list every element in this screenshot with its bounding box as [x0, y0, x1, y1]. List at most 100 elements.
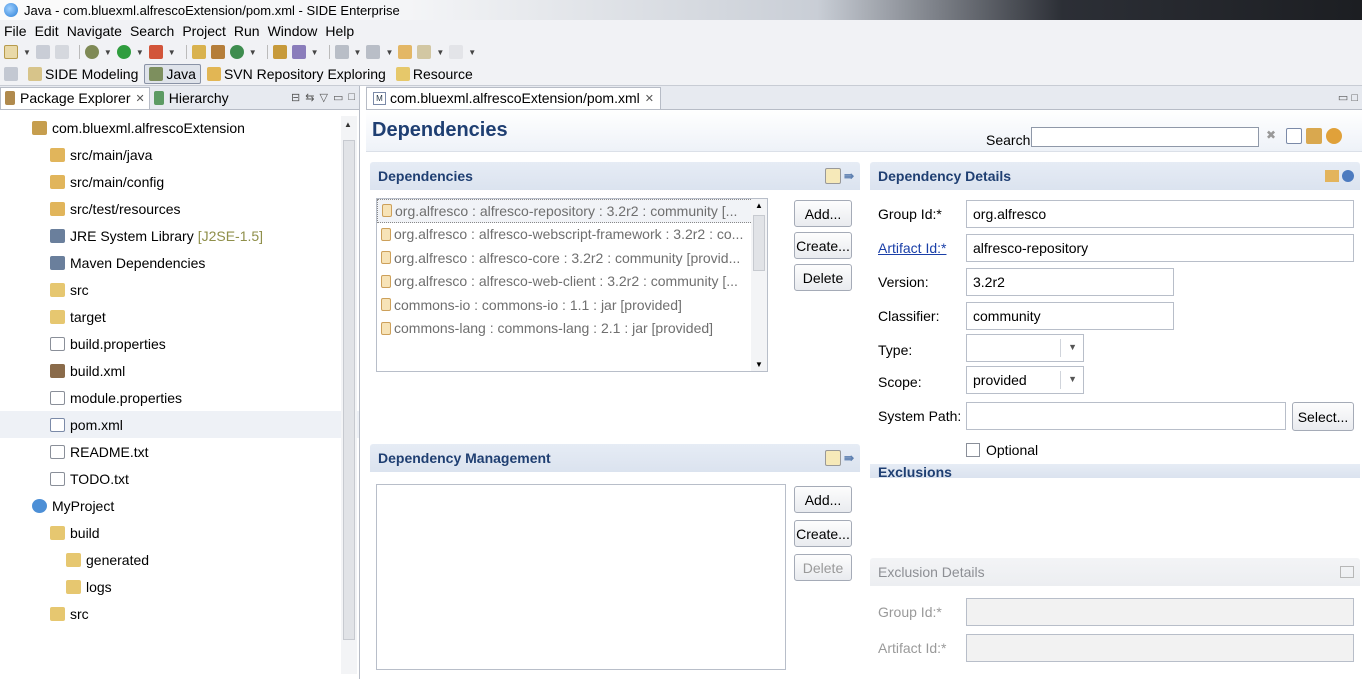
- dependencies-list[interactable]: org.alfresco : alfresco-repository : 3.2…: [376, 198, 768, 372]
- menu-project[interactable]: Project: [182, 23, 226, 39]
- menu-run[interactable]: Run: [234, 23, 260, 39]
- scroll-up-icon[interactable]: ▲: [344, 120, 352, 129]
- exclusion-artifact-id-field[interactable]: [966, 634, 1354, 662]
- delete-managed-dependency-button[interactable]: Delete: [794, 554, 852, 581]
- tree-node-file[interactable]: build.xml: [0, 357, 359, 384]
- previous-annotation-icon[interactable]: [366, 45, 381, 59]
- tree-scrollbar[interactable]: ▲: [341, 116, 357, 674]
- tree-node-folder[interactable]: build: [0, 519, 359, 546]
- filter-icon[interactable]: [824, 168, 841, 184]
- menu-search[interactable]: Search: [130, 23, 174, 39]
- chevron-down-icon[interactable]: ▼: [468, 48, 476, 57]
- search-icon[interactable]: [291, 45, 306, 59]
- tree-node-file[interactable]: README.txt: [0, 438, 359, 465]
- perspective-svn[interactable]: SVN Repository Exploring: [203, 65, 390, 83]
- optional-checkbox[interactable]: [966, 443, 980, 457]
- scroll-down-icon[interactable]: ▼: [755, 360, 763, 369]
- tree-node-folder[interactable]: logs: [0, 573, 359, 600]
- scrollbar-thumb[interactable]: [753, 215, 765, 271]
- maximize-icon[interactable]: □: [348, 91, 355, 104]
- chevron-down-icon[interactable]: ▼: [1068, 374, 1077, 384]
- artifact-id-link[interactable]: Artifact Id:*: [878, 240, 946, 256]
- external-tools-icon[interactable]: [148, 45, 163, 59]
- chevron-down-icon[interactable]: ▼: [168, 48, 176, 57]
- new-java-project-icon[interactable]: [191, 45, 206, 59]
- tree-node-folder[interactable]: src: [0, 276, 359, 303]
- close-icon[interactable]: ✕: [136, 92, 145, 105]
- list-item[interactable]: commons-io : commons-io : 1.1 : jar [pro…: [377, 293, 767, 317]
- new-package-icon[interactable]: [210, 45, 225, 59]
- chevron-down-icon[interactable]: ▼: [1068, 342, 1077, 352]
- new-class-icon[interactable]: [229, 45, 244, 59]
- list-scrollbar[interactable]: ▲ ▼: [751, 199, 767, 371]
- tab-hierarchy[interactable]: Hierarchy: [150, 87, 233, 109]
- exclusion-group-id-field[interactable]: [966, 598, 1354, 626]
- maximize-icon[interactable]: ▭ □: [1338, 91, 1362, 104]
- group-id-field[interactable]: org.alfresco: [966, 200, 1354, 228]
- web-icon[interactable]: [1342, 170, 1354, 182]
- open-pom-icon[interactable]: [1325, 170, 1339, 182]
- menu-help[interactable]: Help: [325, 23, 354, 39]
- create-dependency-button[interactable]: Create...: [794, 232, 852, 259]
- chevron-down-icon[interactable]: ▼: [136, 48, 144, 57]
- create-managed-dependency-button[interactable]: Create...: [794, 520, 852, 547]
- scrollbar-thumb[interactable]: [343, 140, 355, 640]
- refresh-icon[interactable]: [1326, 128, 1342, 144]
- chevron-down-icon[interactable]: ▼: [23, 48, 31, 57]
- show-effective-pom-icon[interactable]: [1286, 128, 1302, 144]
- debug-icon[interactable]: [84, 45, 99, 59]
- list-item[interactable]: org.alfresco : alfresco-webscript-framew…: [377, 223, 767, 247]
- open-parent-pom-icon[interactable]: [1306, 128, 1322, 144]
- open-type-icon[interactable]: [272, 45, 287, 59]
- tree-node-file[interactable]: module.properties: [0, 384, 359, 411]
- tree-node-project[interactable]: com.bluexml.alfrescoExtension: [0, 114, 359, 141]
- system-path-field[interactable]: [966, 402, 1286, 430]
- tree-node-project[interactable]: MyProject: [0, 492, 359, 519]
- view-menu-icon[interactable]: ▽: [319, 91, 327, 104]
- add-dependency-button[interactable]: Add...: [794, 200, 852, 227]
- tree-node-folder[interactable]: target: [0, 303, 359, 330]
- menu-navigate[interactable]: Navigate: [67, 23, 122, 39]
- chevron-down-icon[interactable]: ▼: [249, 48, 257, 57]
- last-edit-location-icon[interactable]: [398, 45, 413, 59]
- tree-node-source-folder[interactable]: src/test/resources: [0, 195, 359, 222]
- run-icon[interactable]: [116, 45, 131, 59]
- link-editor-icon[interactable]: ⇆: [305, 91, 314, 104]
- save-icon[interactable]: [35, 45, 50, 59]
- chevron-down-icon[interactable]: ▼: [436, 48, 444, 57]
- list-item[interactable]: org.alfresco : alfresco-repository : 3.2…: [377, 199, 767, 223]
- dependency-management-list[interactable]: [376, 484, 786, 670]
- menu-edit[interactable]: Edit: [35, 23, 59, 39]
- list-item[interactable]: org.alfresco : alfresco-core : 3.2r2 : c…: [377, 246, 767, 270]
- perspective-side-modeling[interactable]: SIDE Modeling: [24, 65, 142, 83]
- forward-icon[interactable]: [449, 45, 464, 59]
- close-icon[interactable]: ✕: [645, 92, 654, 105]
- scroll-up-icon[interactable]: ▲: [755, 201, 763, 210]
- list-item[interactable]: commons-lang : commons-lang : 2.1 : jar …: [377, 317, 767, 341]
- new-icon[interactable]: [4, 45, 18, 59]
- next-annotation-icon[interactable]: [334, 45, 349, 59]
- tree-node-file[interactable]: pom.xml: [0, 411, 359, 438]
- classifier-field[interactable]: community: [966, 302, 1174, 330]
- tree-node-folder[interactable]: src: [0, 600, 359, 627]
- select-system-path-button[interactable]: Select...: [1292, 402, 1354, 431]
- add-managed-dependency-button[interactable]: Add...: [794, 486, 852, 513]
- sort-icon[interactable]: ⇛: [844, 451, 854, 465]
- chevron-down-icon[interactable]: ▼: [311, 48, 319, 57]
- type-select[interactable]: ▼: [966, 334, 1084, 362]
- sort-icon[interactable]: ⇛: [844, 169, 854, 183]
- list-item[interactable]: org.alfresco : alfresco-web-client : 3.2…: [377, 270, 767, 294]
- perspective-java[interactable]: Java: [144, 63, 201, 84]
- tree-node-library[interactable]: Maven Dependencies: [0, 249, 359, 276]
- print-icon[interactable]: [54, 45, 69, 59]
- chevron-down-icon[interactable]: ▼: [354, 48, 362, 57]
- back-icon[interactable]: [417, 45, 432, 59]
- delete-dependency-button[interactable]: Delete: [794, 264, 852, 291]
- perspective-resource[interactable]: Resource: [392, 65, 477, 83]
- tab-package-explorer[interactable]: Package Explorer ✕: [0, 86, 150, 109]
- chevron-down-icon[interactable]: ▼: [104, 48, 112, 57]
- tree-node-library[interactable]: JRE System Library [J2SE-1.5]: [0, 222, 359, 249]
- scope-select[interactable]: provided ▼: [966, 366, 1084, 394]
- minimize-icon[interactable]: ▭: [333, 91, 343, 104]
- chevron-down-icon[interactable]: ▼: [385, 48, 393, 57]
